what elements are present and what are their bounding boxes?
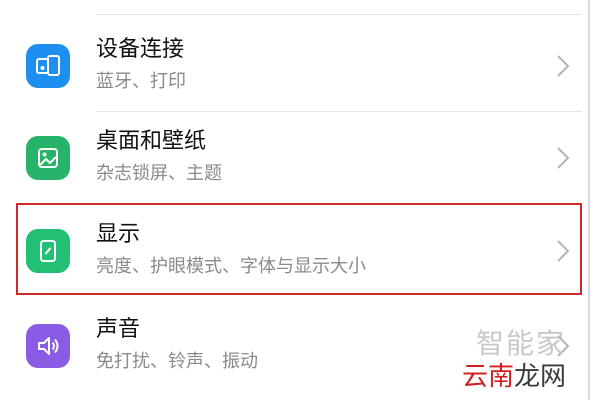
- item-subtitle: 杂志锁屏、主题: [96, 163, 222, 184]
- device-connection-icon: [26, 44, 70, 88]
- chevron-right-icon: [557, 240, 570, 262]
- settings-item-device-connection[interactable]: 设备连接 蓝牙、打印: [0, 20, 600, 112]
- item-title: 设备连接: [96, 37, 185, 62]
- item-title: 声音: [96, 317, 141, 342]
- chevron-right-icon: [557, 147, 570, 169]
- item-title: 桌面和壁纸: [96, 129, 207, 154]
- chevron-right-icon: [557, 55, 570, 77]
- item-subtitle: 蓝牙、打印: [96, 71, 186, 92]
- sound-icon: [26, 324, 70, 368]
- item-subtitle: 免打扰、铃声、振动: [96, 351, 258, 372]
- display-icon: [26, 229, 70, 273]
- watermark-line2: 云南龙网: [462, 356, 566, 393]
- settings-screen: 设备连接 蓝牙、打印 桌面和壁纸 杂志锁屏、主题 显示 亮度、护眼模式、字体与显…: [0, 0, 600, 400]
- item-subtitle: 亮度、护眼模式、字体与显示大小: [96, 256, 366, 277]
- settings-item-wallpaper[interactable]: 桌面和壁纸 杂志锁屏、主题: [0, 112, 600, 204]
- top-divider: [96, 14, 582, 15]
- item-title: 显示: [96, 222, 141, 247]
- settings-item-display[interactable]: 显示 亮度、护眼模式、字体与显示大小: [0, 205, 600, 297]
- watermark-part1: 云南: [462, 362, 515, 392]
- row-divider: [96, 203, 582, 204]
- wallpaper-icon: [26, 136, 70, 180]
- watermark-part2: 龙网: [514, 362, 567, 392]
